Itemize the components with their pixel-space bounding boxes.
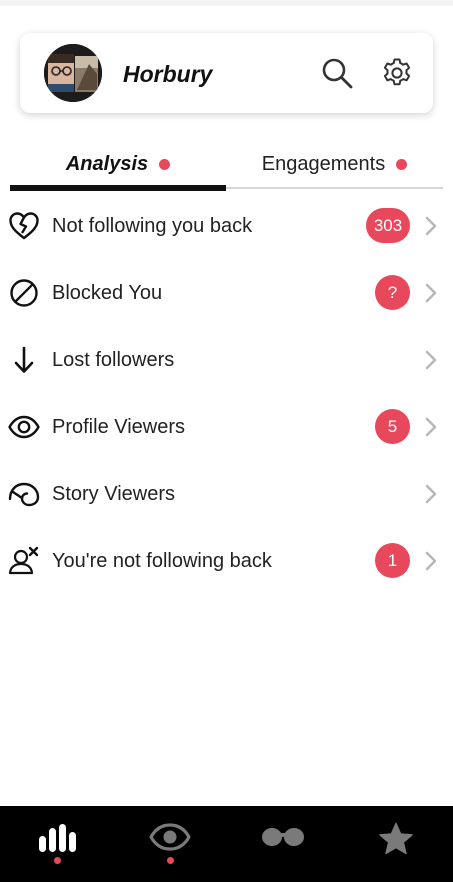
tab-engagements-label: Engagements — [261, 153, 386, 175]
bar-chart-icon — [37, 822, 77, 854]
avatar-image — [44, 44, 102, 102]
analysis-list: Not following you back 303 Blocked You ? — [0, 193, 453, 595]
chevron-right-icon — [425, 551, 437, 571]
list-item-not-following-you-back[interactable]: Not following you back 303 — [0, 193, 453, 260]
broken-heart-icon — [8, 210, 40, 242]
nav-viewers[interactable] — [113, 806, 226, 882]
tab-active-indicator — [10, 185, 226, 191]
chevron-right-icon — [425, 350, 437, 370]
user-remove-icon — [8, 545, 40, 577]
gear-icon — [383, 58, 411, 86]
list-item-lost-followers[interactable]: Lost followers — [0, 327, 453, 394]
account-header: Horbury — [20, 33, 433, 113]
chevron-right-icon — [425, 484, 437, 504]
tab-bar: Analysis Engagements — [10, 140, 443, 192]
nav-viewers-dot — [166, 857, 174, 864]
account-name: Horbury — [123, 61, 213, 87]
list-item-profile-viewers[interactable]: Profile Viewers 5 — [0, 394, 453, 461]
count-badge: ? — [375, 275, 410, 310]
settings-button[interactable] — [379, 55, 415, 91]
tab-engagements-dot — [396, 158, 408, 170]
list-item-label: Not following you back — [52, 215, 253, 237]
arrow-down-icon — [8, 344, 40, 376]
star-icon — [378, 822, 414, 856]
list-item-label: You're not following back — [52, 550, 272, 572]
bottom-nav — [0, 806, 453, 882]
search-icon — [322, 58, 353, 89]
nav-analysis[interactable] — [0, 806, 113, 882]
status-strip — [0, 0, 453, 6]
list-item-label: Story Viewers — [52, 483, 176, 505]
list-item-label: Profile Viewers — [52, 416, 186, 438]
nav-favorites[interactable] — [339, 806, 452, 882]
chevron-right-icon — [425, 216, 437, 236]
chevron-right-icon — [425, 283, 437, 303]
list-item-label: Blocked You — [52, 282, 163, 304]
eye-icon — [8, 411, 40, 443]
tab-engagements[interactable]: Engagements — [226, 140, 443, 188]
list-item-youre-not-following-back[interactable]: You're not following back 1 — [0, 528, 453, 595]
glasses-icon — [260, 822, 306, 852]
chevron-right-icon — [425, 417, 437, 437]
tab-analysis-dot — [159, 158, 171, 170]
eye-icon — [148, 822, 191, 852]
tab-analysis-label: Analysis — [65, 153, 149, 175]
count-badge: 5 — [375, 409, 410, 444]
count-badge: 1 — [375, 543, 410, 578]
list-item-blocked-you[interactable]: Blocked You ? — [0, 260, 453, 327]
blocked-icon — [8, 277, 40, 309]
list-item-story-viewers[interactable]: Story Viewers — [0, 461, 453, 528]
count-badge: 303 — [366, 208, 410, 243]
tab-analysis[interactable]: Analysis — [10, 140, 226, 188]
avatar[interactable] — [44, 44, 102, 102]
nav-analysis-dot — [53, 857, 61, 864]
search-button[interactable] — [319, 55, 355, 91]
story-icon — [8, 478, 40, 510]
list-item-label: Lost followers — [52, 349, 175, 371]
app-screen: Horbury Analysis Engagements Not followi… — [0, 0, 453, 882]
nav-stalkers[interactable] — [226, 806, 339, 882]
